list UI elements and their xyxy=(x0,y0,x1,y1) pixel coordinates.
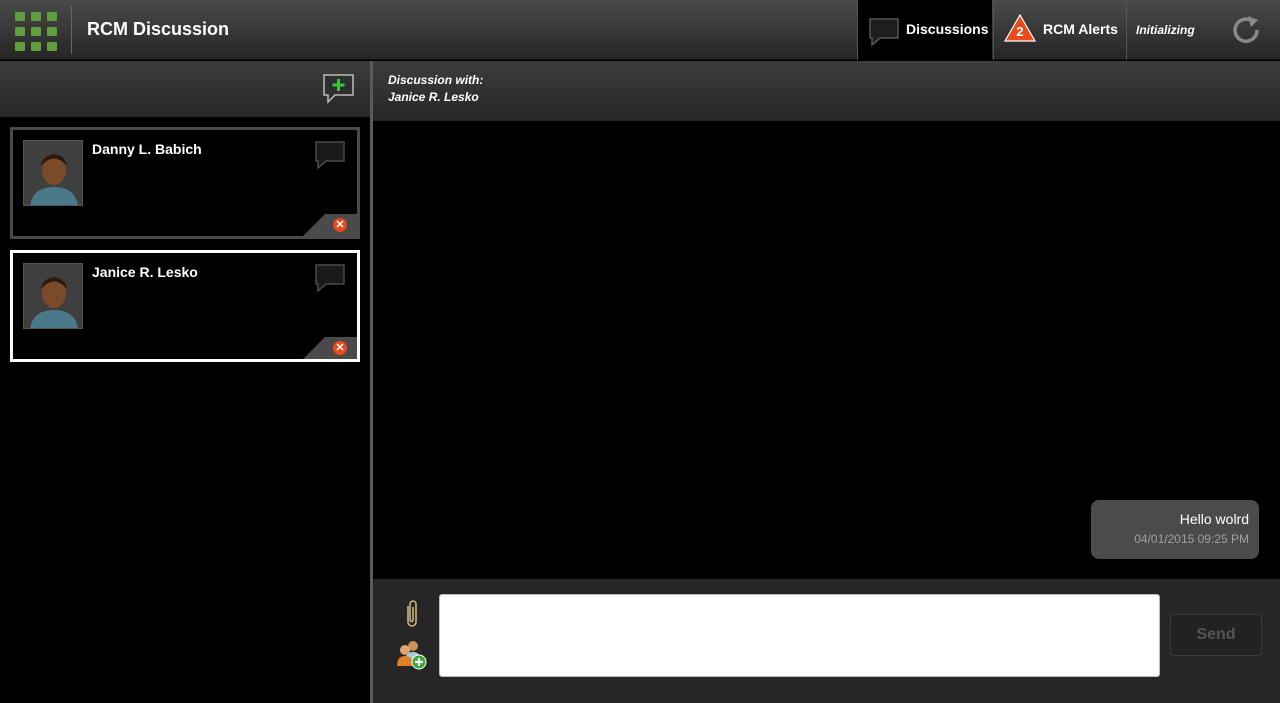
app-title: RCM Discussion xyxy=(87,19,230,39)
avatar xyxy=(23,263,83,329)
card-corner xyxy=(303,214,357,236)
contact-card[interactable]: Danny L. Babich ✕ xyxy=(10,127,360,239)
alerts-count-badge: 2 xyxy=(1016,24,1024,39)
message-input[interactable] xyxy=(439,594,1160,677)
discussion-contact-name: Janice R. Lesko xyxy=(388,90,479,104)
remove-contact-icon[interactable]: ✕ xyxy=(333,341,347,355)
discussion-header: Discussion with: Janice R. Lesko xyxy=(373,61,1280,121)
header-divider xyxy=(71,6,72,54)
message-icon[interactable] xyxy=(314,263,346,293)
sidebar-header xyxy=(0,61,370,117)
top-bar: RCM Discussion Discussions 2 RCM Alerts … xyxy=(0,0,1280,60)
tab-discussions[interactable]: Discussions xyxy=(857,0,992,60)
contact-name: Danny L. Babich xyxy=(92,141,202,157)
contact-card-selected[interactable]: Janice R. Lesko ✕ xyxy=(10,250,360,362)
speech-bubble-icon xyxy=(869,18,899,47)
message-bubble: Hello wolrd 04/01/2015 09:25 PM xyxy=(1091,500,1259,559)
contact-name: Janice R. Lesko xyxy=(92,264,198,280)
status-text: Initializing xyxy=(1136,23,1195,37)
tab-rcm-alerts-label: RCM Alerts xyxy=(1043,21,1118,37)
chat-area[interactable]: Hello wolrd 04/01/2015 09:25 PM xyxy=(377,121,1276,579)
card-corner xyxy=(303,337,357,359)
discussion-with-label: Discussion with: xyxy=(388,73,484,87)
tab-rcm-alerts[interactable]: 2 RCM Alerts xyxy=(993,0,1125,60)
message-text: Hello wolrd xyxy=(1179,511,1249,527)
paperclip-icon[interactable] xyxy=(402,598,422,630)
send-button[interactable]: Send xyxy=(1170,614,1262,656)
refresh-icon[interactable] xyxy=(1230,14,1264,46)
add-user-icon[interactable] xyxy=(395,638,429,670)
message-timestamp: 04/01/2015 09:25 PM xyxy=(1134,532,1249,546)
tab-discussions-label: Discussions xyxy=(906,21,989,37)
apps-grid-button[interactable] xyxy=(12,9,57,51)
remove-contact-icon[interactable]: ✕ xyxy=(333,218,347,232)
new-discussion-icon[interactable] xyxy=(322,73,356,105)
avatar xyxy=(23,140,83,206)
message-icon[interactable] xyxy=(314,140,346,170)
